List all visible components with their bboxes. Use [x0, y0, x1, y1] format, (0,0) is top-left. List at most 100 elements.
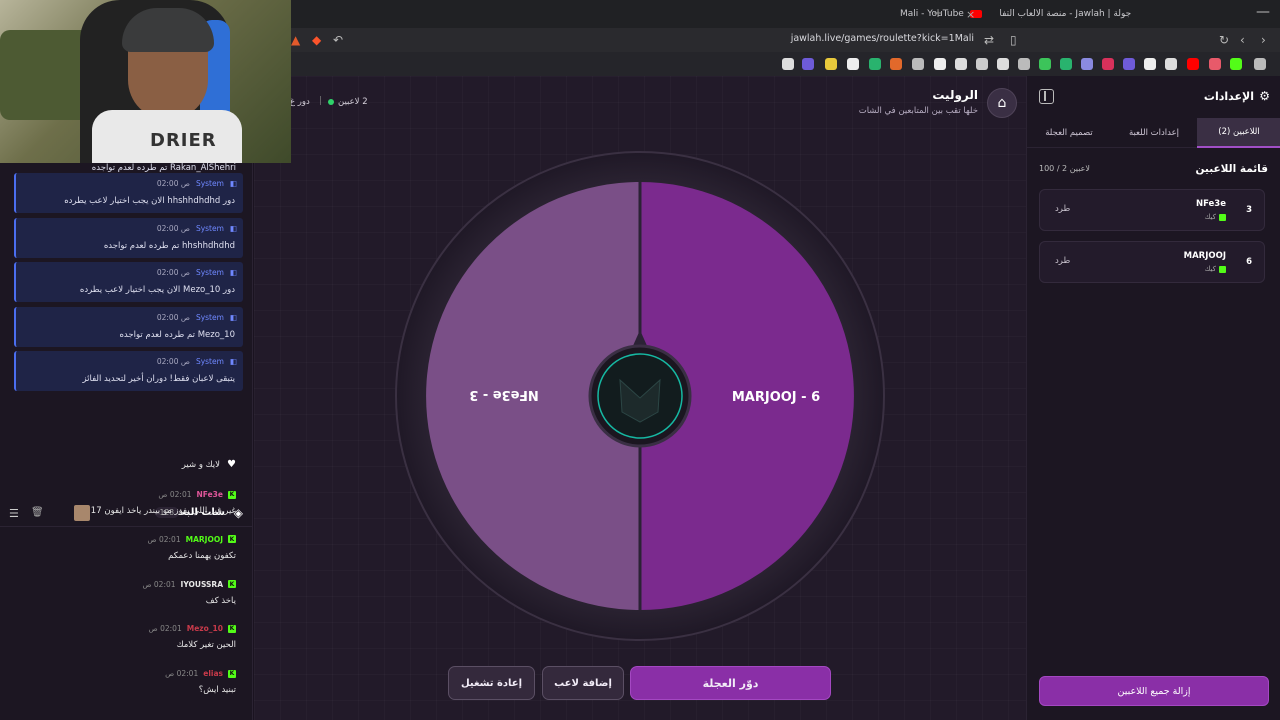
tab-game-settings[interactable]: إعدادات اللعبة: [1111, 118, 1197, 148]
kick-icon[interactable]: [1230, 58, 1242, 70]
chat-column: Rakan_AlShehri تم طرده لعدم تواجده 02:00…: [0, 76, 253, 720]
reload-icon[interactable]: ↻: [1219, 33, 1229, 47]
url-input[interactable]: jawlah.live/games/roulette?kick=1Mali: [760, 33, 974, 44]
chat-message: K IYOUSSRA 02:01 ص ياخذ كف: [11, 580, 236, 616]
bookmark-icon[interactable]: [934, 58, 946, 70]
back-icon[interactable]: ↶: [333, 33, 343, 47]
tiktok-icon[interactable]: [1144, 58, 1156, 70]
message-time: 02:01 ص: [147, 534, 181, 544]
online-dot: [328, 99, 334, 105]
message-time: 02:01 ص: [165, 669, 199, 679]
collapse-panel-icon[interactable]: [1039, 89, 1054, 104]
roulette-wheel[interactable]: MARJOOJ - 6 NFe3e - 3: [394, 150, 886, 642]
chevron-left-icon[interactable]: ‹: [1240, 33, 1245, 47]
bookmark-icon[interactable]: ▯: [1010, 33, 1017, 47]
players-count: 2 لاعبين: [338, 97, 368, 107]
brave-icon[interactable]: ▲: [291, 33, 300, 47]
tab-title: Mali - YouTube: [900, 9, 964, 19]
platform-label: كيك: [1204, 213, 1216, 221]
kick-icon: K: [228, 580, 236, 589]
chat-message-text: غير غير اللي يفوز مو بيندر ياخذ ايفون 17: [90, 506, 236, 516]
message-sender: System: [195, 179, 224, 188]
bookmark-icon[interactable]: [1060, 58, 1072, 70]
chat-message-text: ياخذ كف: [205, 595, 236, 606]
close-icon[interactable]: ×: [966, 8, 975, 21]
chat-message-meta: K MARJOOJ 02:01 ص: [148, 535, 236, 544]
bookmark-icon[interactable]: [1018, 58, 1030, 70]
turn-status: دور غ: [290, 97, 310, 107]
game-subtitle: خلها تقب بين المتابعين في الشات: [858, 106, 978, 116]
player-name: MARJOOJ: [1183, 251, 1226, 261]
gear-icon: ⚙: [1259, 89, 1270, 103]
player-card: 6 MARJOOJ كيك طرد: [1039, 241, 1265, 283]
bookmark-icon[interactable]: [1123, 58, 1135, 70]
webcam-overlay: DRIER: [0, 0, 291, 163]
minimize-icon[interactable]: —: [1256, 4, 1270, 20]
bookmark-icon[interactable]: [912, 58, 924, 70]
chat-username[interactable]: IYOUSSRA: [181, 580, 223, 589]
remove-all-players-button[interactable]: إزالة جميع اللاعبين: [1039, 676, 1269, 706]
kick-player-button[interactable]: طرد: [1055, 204, 1070, 214]
chat-username[interactable]: elias: [203, 669, 223, 678]
system-message: 02:00 ص System ◧ يتبقى لاعبان فقط! دوران أخ…: [14, 351, 243, 391]
game-title: الروليت: [932, 88, 978, 102]
bookmark-icon[interactable]: [847, 58, 859, 70]
kick-player-button[interactable]: طرد: [1055, 256, 1070, 266]
chat-username[interactable]: NFe3e: [197, 490, 224, 499]
system-message-text: دور Mezo_10 الان يجب اختيار لاعب يطرده: [79, 285, 235, 295]
bookmark-icon[interactable]: [955, 58, 967, 70]
home-button[interactable]: ⌂: [987, 88, 1017, 118]
chat-username[interactable]: Mezo_10: [187, 624, 223, 633]
bookmark-icon[interactable]: [890, 58, 902, 70]
system-message-header: 02:00 ص System ◧: [157, 179, 237, 188]
shield-icon[interactable]: ◆: [312, 33, 321, 47]
players-list-title: قائمة اللاعبين: [1195, 163, 1268, 175]
bookmark-icon[interactable]: [825, 58, 837, 70]
bookmark-icon[interactable]: [976, 58, 988, 70]
system-icon: ◧: [229, 223, 237, 233]
chevron-right-icon[interactable]: ›: [1261, 33, 1266, 47]
bookmark-icon[interactable]: [997, 58, 1009, 70]
message-time: 02:01 ص: [142, 579, 176, 589]
bookmark-icon[interactable]: [782, 58, 794, 70]
bookmark-icon[interactable]: [1102, 58, 1114, 70]
new-tab-icon[interactable]: +: [933, 6, 943, 20]
settings-panel: الإعدادات ⚙ اللاعبين (2) إعدادات اللعبة …: [1026, 76, 1280, 720]
chat-username[interactable]: MARJOOJ: [186, 535, 223, 544]
kick-icon: K: [228, 535, 236, 544]
emoji-avatar: [74, 505, 90, 521]
message-time: 02:00 ص: [156, 179, 190, 188]
gmail-icon[interactable]: [1209, 58, 1221, 70]
tab-wheel-design[interactable]: تصميم العجلة: [1027, 118, 1111, 148]
youtube-icon[interactable]: [1187, 58, 1199, 70]
add-player-button[interactable]: إضافة لاعب: [542, 666, 624, 700]
tab-jawlah[interactable]: × جولة | Jawlah - منصة الألعاب التفا: [960, 2, 1150, 26]
player-name: NFe3e: [1195, 199, 1226, 209]
bookmark-icon[interactable]: [1081, 58, 1093, 70]
spin-button[interactable]: دوّر العجلة: [630, 666, 831, 700]
restart-button[interactable]: إعادة تشغيل: [448, 666, 535, 700]
share-icon[interactable]: ⇄: [984, 33, 994, 47]
message-sender: System: [195, 357, 224, 366]
chat-message-meta: K Mezo_10 02:01 ص: [149, 624, 236, 633]
bookmark-icon[interactable]: [869, 58, 881, 70]
system-message-text: دور hhshhdhdhd الان يجب اختيار لاعب يطرد…: [64, 196, 235, 206]
whatsapp-icon[interactable]: [1039, 58, 1051, 70]
chat-message-text: تكفون يهمنا دعمكم: [168, 550, 236, 561]
system-icon: ◧: [229, 268, 237, 277]
message-time: 02:00 ص: [156, 312, 190, 322]
more-icon[interactable]: [1254, 58, 1266, 70]
bookmark-icon[interactable]: [802, 58, 814, 70]
system-message-text: يتبقى لاعبان فقط! دوران أخير لتحديد الفا…: [82, 374, 235, 384]
status-separator: |: [319, 96, 323, 106]
settings-title: الإعدادات: [1203, 90, 1254, 103]
message-time: 02:00 ص: [156, 357, 190, 366]
system-message: 02:00 ص System ◧ Mezo_10 تم طرده لعدم تواجد…: [14, 306, 243, 347]
system-icon: ◧: [229, 312, 237, 322]
x-icon[interactable]: [1165, 58, 1177, 70]
shirt-text: DRIER: [150, 130, 217, 151]
wheel-segment-label: NFe3e - 3: [469, 387, 538, 402]
system-message: 02:00 ص System ◧ دور hhshhdhdhd الان يجب اخ…: [14, 173, 243, 213]
tab-players[interactable]: اللاعبين (2): [1197, 118, 1280, 148]
hub-ring: [597, 353, 683, 439]
